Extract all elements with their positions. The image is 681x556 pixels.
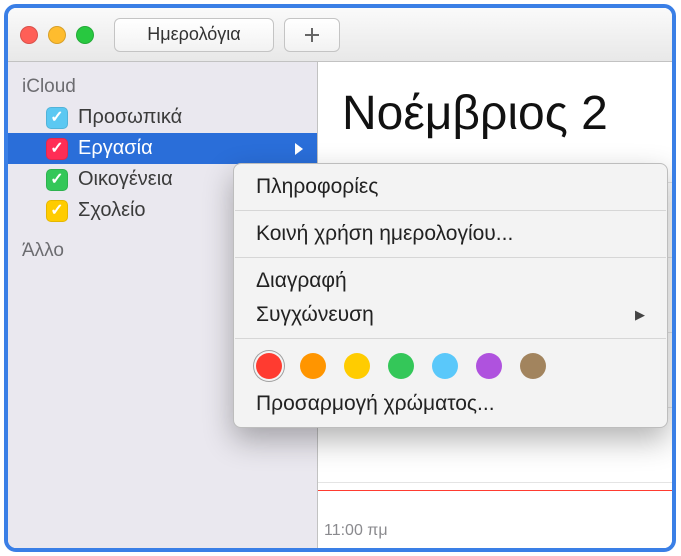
close-icon[interactable] [20, 26, 38, 44]
plus-icon [302, 25, 322, 45]
menu-item-label: Διαγραφή [256, 269, 347, 293]
minimize-icon[interactable] [48, 26, 66, 44]
menu-item-label: Συγχώνευση [256, 303, 374, 327]
color-swatch-yellow[interactable] [344, 353, 370, 379]
titlebar: Ημερολόγια [8, 8, 672, 62]
menu-separator [235, 210, 666, 211]
time-label: 11:00 πμ [324, 522, 388, 540]
sidebar-item-label: Προσωπικά [78, 106, 182, 129]
menu-item-label: Πληροφορίες [256, 175, 378, 199]
checkbox-icon[interactable] [46, 200, 68, 222]
checkbox-icon[interactable] [46, 107, 68, 129]
menu-separator [235, 257, 666, 258]
calendars-button-label: Ημερολόγια [147, 24, 240, 45]
sidebar-item-label: Σχολείο [78, 199, 146, 222]
menu-item-label: Προσαρμογή χρώματος... [256, 392, 495, 416]
add-button[interactable] [284, 18, 340, 52]
current-time-line [318, 490, 672, 491]
color-swatch-row [234, 345, 667, 387]
color-swatch-brown[interactable] [520, 353, 546, 379]
color-swatch-red[interactable] [256, 353, 282, 379]
menu-item-merge[interactable]: Συγχώνευση [234, 298, 667, 332]
color-swatch-blue[interactable] [432, 353, 458, 379]
sidebar-item-label: Οικογένεια [78, 168, 173, 191]
maximize-icon[interactable] [76, 26, 94, 44]
sidebar-section-icloud: iCloud [8, 72, 317, 102]
calendar-row [318, 482, 672, 552]
menu-item-label: Κοινή χρήση ημερολογίου... [256, 222, 513, 246]
context-menu: Πληροφορίες Κοινή χρήση ημερολογίου... Δ… [233, 163, 668, 428]
window-controls [20, 26, 94, 44]
sidebar-item-personal[interactable]: Προσωπικά [8, 102, 317, 133]
app-window: Ημερολόγια iCloud Προσωπικά Εργασία Οικο… [4, 4, 676, 552]
menu-separator [235, 338, 666, 339]
sidebar-item-label: Εργασία [78, 137, 153, 160]
menu-item-custom-color[interactable]: Προσαρμογή χρώματος... [234, 387, 667, 421]
checkbox-icon[interactable] [46, 169, 68, 191]
month-title: Νοέμβριος 2 [318, 62, 672, 141]
menu-item-info[interactable]: Πληροφορίες [234, 170, 667, 204]
color-swatch-orange[interactable] [300, 353, 326, 379]
calendars-button[interactable]: Ημερολόγια [114, 18, 274, 52]
sidebar-item-work[interactable]: Εργασία [8, 133, 317, 164]
menu-item-delete[interactable]: Διαγραφή [234, 264, 667, 298]
color-swatch-green[interactable] [388, 353, 414, 379]
checkbox-icon[interactable] [46, 138, 68, 160]
menu-item-share[interactable]: Κοινή χρήση ημερολογίου... [234, 217, 667, 251]
color-swatch-purple[interactable] [476, 353, 502, 379]
